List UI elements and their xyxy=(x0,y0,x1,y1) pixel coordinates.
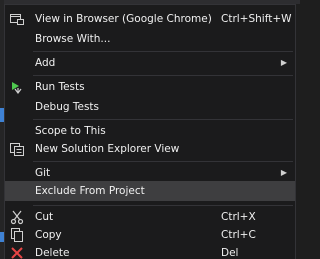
menu-item-label: Copy xyxy=(35,229,62,241)
menu-item-add[interactable]: Add ▶ xyxy=(5,53,295,73)
menu-item-label: Delete xyxy=(35,247,70,259)
scissors-icon xyxy=(10,210,24,225)
shortcut-label: Ctrl+X xyxy=(221,211,256,223)
menu-item-run-tests[interactable]: Run Tests xyxy=(5,77,295,97)
menu-item-label: Add xyxy=(35,57,56,69)
menu-separator xyxy=(33,161,293,162)
menu-item-label: Exclude From Project xyxy=(35,185,145,197)
shortcut-label: Ctrl+Shift+W xyxy=(221,13,292,25)
menu-item-scope-to-this[interactable]: Scope to This xyxy=(5,121,295,141)
menu-separator xyxy=(33,119,293,120)
submenu-arrow-icon: ▶ xyxy=(280,168,287,177)
shortcut-label: Del xyxy=(221,247,239,259)
submenu-arrow-icon: ▶ xyxy=(280,58,287,67)
menu-item-label: View in Browser (Google Chrome) xyxy=(35,13,212,25)
menu-separator xyxy=(33,75,293,76)
menu-item-copy[interactable]: Copy Ctrl+C xyxy=(5,225,295,245)
copy-icon xyxy=(11,228,23,242)
menu-item-view-in-browser[interactable]: View in Browser (Google Chrome) Ctrl+Shi… xyxy=(5,9,295,29)
browser-view-icon xyxy=(10,14,24,25)
menu-item-label: Cut xyxy=(35,211,54,223)
menu-item-label: Browse With... xyxy=(35,33,111,45)
run-tests-icon xyxy=(12,82,22,94)
menu-separator xyxy=(33,205,293,206)
shortcut-label: Ctrl+C xyxy=(221,229,256,241)
menu-item-cut[interactable]: Cut Ctrl+X xyxy=(5,207,295,227)
menu-item-label: Run Tests xyxy=(35,81,85,93)
delete-x-icon xyxy=(11,247,23,259)
solution-explorer-icon xyxy=(10,143,24,156)
menu-item-label: Git xyxy=(35,167,51,179)
context-menu: View in Browser (Google Chrome) Ctrl+Shi… xyxy=(4,4,296,259)
menu-item-browse-with[interactable]: Browse With... xyxy=(5,29,295,49)
menu-item-debug-tests[interactable]: Debug Tests xyxy=(5,97,295,117)
menu-item-label: New Solution Explorer View xyxy=(35,143,180,155)
menu-item-label: Debug Tests xyxy=(35,101,100,113)
menu-item-delete[interactable]: Delete Del xyxy=(5,243,295,259)
menu-item-new-solution-explorer-view[interactable]: New Solution Explorer View xyxy=(5,139,295,159)
menu-item-git[interactable]: Git ▶ xyxy=(5,163,295,183)
menu-separator xyxy=(33,51,293,52)
menu-item-label: Scope to This xyxy=(35,125,106,137)
menu-item-exclude-from-project[interactable]: Exclude From Project xyxy=(5,181,295,201)
